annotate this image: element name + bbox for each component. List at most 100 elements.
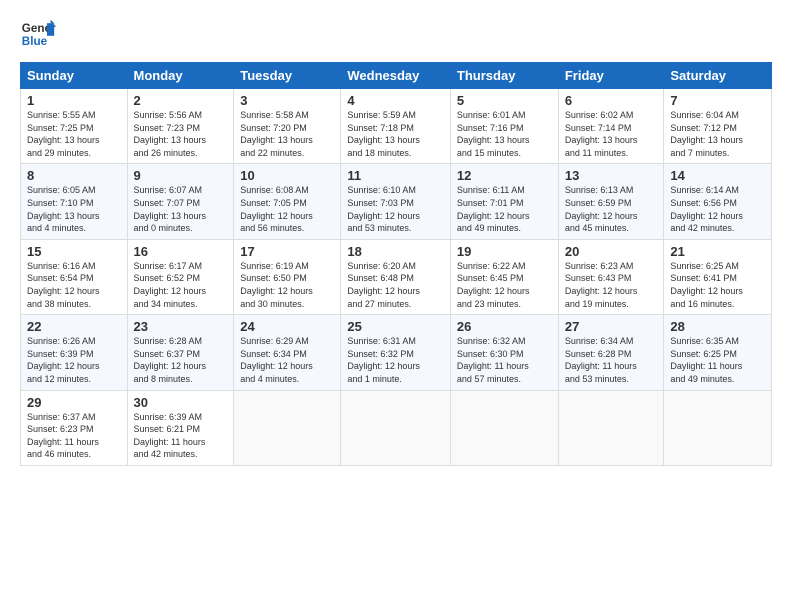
day-number: 24 [240,319,334,334]
weekday-header-saturday: Saturday [664,63,772,89]
day-number: 3 [240,93,334,108]
calendar-day-cell [450,390,558,465]
calendar-day-cell: 1Sunrise: 5:55 AMSunset: 7:25 PMDaylight… [21,89,128,164]
calendar-table: SundayMondayTuesdayWednesdayThursdayFrid… [20,62,772,466]
day-info: Sunrise: 6:02 AMSunset: 7:14 PMDaylight:… [565,109,658,159]
calendar-day-cell: 13Sunrise: 6:13 AMSunset: 6:59 PMDayligh… [558,164,664,239]
weekday-header-monday: Monday [127,63,234,89]
calendar-day-cell: 30Sunrise: 6:39 AMSunset: 6:21 PMDayligh… [127,390,234,465]
day-number: 4 [347,93,444,108]
day-info: Sunrise: 6:35 AMSunset: 6:25 PMDaylight:… [670,335,765,385]
day-number: 2 [134,93,228,108]
day-number: 20 [565,244,658,259]
calendar-day-cell: 14Sunrise: 6:14 AMSunset: 6:56 PMDayligh… [664,164,772,239]
calendar-day-cell: 2Sunrise: 5:56 AMSunset: 7:23 PMDaylight… [127,89,234,164]
calendar-day-cell: 24Sunrise: 6:29 AMSunset: 6:34 PMDayligh… [234,315,341,390]
calendar-day-cell: 25Sunrise: 6:31 AMSunset: 6:32 PMDayligh… [341,315,451,390]
weekday-header-sunday: Sunday [21,63,128,89]
calendar-day-cell: 18Sunrise: 6:20 AMSunset: 6:48 PMDayligh… [341,239,451,314]
day-info: Sunrise: 6:28 AMSunset: 6:37 PMDaylight:… [134,335,228,385]
day-number: 1 [27,93,121,108]
day-info: Sunrise: 6:16 AMSunset: 6:54 PMDaylight:… [27,260,121,310]
day-number: 23 [134,319,228,334]
day-info: Sunrise: 5:59 AMSunset: 7:18 PMDaylight:… [347,109,444,159]
day-info: Sunrise: 6:01 AMSunset: 7:16 PMDaylight:… [457,109,552,159]
day-number: 29 [27,395,121,410]
calendar-day-cell: 21Sunrise: 6:25 AMSunset: 6:41 PMDayligh… [664,239,772,314]
calendar-day-cell: 16Sunrise: 6:17 AMSunset: 6:52 PMDayligh… [127,239,234,314]
logo-icon: General Blue [20,16,56,52]
calendar-week-row: 22Sunrise: 6:26 AMSunset: 6:39 PMDayligh… [21,315,772,390]
day-info: Sunrise: 6:32 AMSunset: 6:30 PMDaylight:… [457,335,552,385]
day-number: 25 [347,319,444,334]
day-number: 26 [457,319,552,334]
day-info: Sunrise: 6:20 AMSunset: 6:48 PMDaylight:… [347,260,444,310]
calendar-day-cell: 17Sunrise: 6:19 AMSunset: 6:50 PMDayligh… [234,239,341,314]
calendar-day-cell: 4Sunrise: 5:59 AMSunset: 7:18 PMDaylight… [341,89,451,164]
day-info: Sunrise: 5:55 AMSunset: 7:25 PMDaylight:… [27,109,121,159]
day-number: 27 [565,319,658,334]
weekday-header-thursday: Thursday [450,63,558,89]
calendar-day-cell: 28Sunrise: 6:35 AMSunset: 6:25 PMDayligh… [664,315,772,390]
calendar-day-cell: 19Sunrise: 6:22 AMSunset: 6:45 PMDayligh… [450,239,558,314]
day-number: 7 [670,93,765,108]
day-number: 30 [134,395,228,410]
day-number: 16 [134,244,228,259]
calendar-week-row: 29Sunrise: 6:37 AMSunset: 6:23 PMDayligh… [21,390,772,465]
calendar-day-cell: 3Sunrise: 5:58 AMSunset: 7:20 PMDaylight… [234,89,341,164]
calendar-day-cell: 8Sunrise: 6:05 AMSunset: 7:10 PMDaylight… [21,164,128,239]
day-number: 21 [670,244,765,259]
day-info: Sunrise: 6:37 AMSunset: 6:23 PMDaylight:… [27,411,121,461]
day-number: 19 [457,244,552,259]
weekday-header-tuesday: Tuesday [234,63,341,89]
day-info: Sunrise: 6:34 AMSunset: 6:28 PMDaylight:… [565,335,658,385]
day-info: Sunrise: 6:08 AMSunset: 7:05 PMDaylight:… [240,184,334,234]
day-info: Sunrise: 6:19 AMSunset: 6:50 PMDaylight:… [240,260,334,310]
calendar-day-cell: 20Sunrise: 6:23 AMSunset: 6:43 PMDayligh… [558,239,664,314]
day-info: Sunrise: 6:11 AMSunset: 7:01 PMDaylight:… [457,184,552,234]
calendar-day-cell: 6Sunrise: 6:02 AMSunset: 7:14 PMDaylight… [558,89,664,164]
day-number: 14 [670,168,765,183]
calendar-day-cell: 12Sunrise: 6:11 AMSunset: 7:01 PMDayligh… [450,164,558,239]
day-number: 11 [347,168,444,183]
calendar-day-cell [558,390,664,465]
calendar-day-cell: 9Sunrise: 6:07 AMSunset: 7:07 PMDaylight… [127,164,234,239]
day-info: Sunrise: 6:05 AMSunset: 7:10 PMDaylight:… [27,184,121,234]
day-number: 15 [27,244,121,259]
day-number: 8 [27,168,121,183]
day-info: Sunrise: 6:13 AMSunset: 6:59 PMDaylight:… [565,184,658,234]
day-info: Sunrise: 6:04 AMSunset: 7:12 PMDaylight:… [670,109,765,159]
day-number: 5 [457,93,552,108]
day-info: Sunrise: 6:25 AMSunset: 6:41 PMDaylight:… [670,260,765,310]
day-info: Sunrise: 6:23 AMSunset: 6:43 PMDaylight:… [565,260,658,310]
calendar-day-cell [341,390,451,465]
day-info: Sunrise: 6:22 AMSunset: 6:45 PMDaylight:… [457,260,552,310]
weekday-header-friday: Friday [558,63,664,89]
calendar-day-cell: 26Sunrise: 6:32 AMSunset: 6:30 PMDayligh… [450,315,558,390]
logo: General Blue [20,16,60,52]
day-number: 22 [27,319,121,334]
day-info: Sunrise: 6:17 AMSunset: 6:52 PMDaylight:… [134,260,228,310]
weekday-header-row: SundayMondayTuesdayWednesdayThursdayFrid… [21,63,772,89]
svg-text:Blue: Blue [22,35,48,48]
calendar-day-cell: 11Sunrise: 6:10 AMSunset: 7:03 PMDayligh… [341,164,451,239]
day-number: 6 [565,93,658,108]
day-info: Sunrise: 6:10 AMSunset: 7:03 PMDaylight:… [347,184,444,234]
day-number: 9 [134,168,228,183]
day-info: Sunrise: 5:56 AMSunset: 7:23 PMDaylight:… [134,109,228,159]
day-info: Sunrise: 6:26 AMSunset: 6:39 PMDaylight:… [27,335,121,385]
calendar-day-cell: 7Sunrise: 6:04 AMSunset: 7:12 PMDaylight… [664,89,772,164]
calendar-day-cell: 22Sunrise: 6:26 AMSunset: 6:39 PMDayligh… [21,315,128,390]
calendar-week-row: 1Sunrise: 5:55 AMSunset: 7:25 PMDaylight… [21,89,772,164]
calendar-week-row: 15Sunrise: 6:16 AMSunset: 6:54 PMDayligh… [21,239,772,314]
day-info: Sunrise: 6:07 AMSunset: 7:07 PMDaylight:… [134,184,228,234]
day-info: Sunrise: 5:58 AMSunset: 7:20 PMDaylight:… [240,109,334,159]
day-info: Sunrise: 6:29 AMSunset: 6:34 PMDaylight:… [240,335,334,385]
day-number: 13 [565,168,658,183]
day-info: Sunrise: 6:31 AMSunset: 6:32 PMDaylight:… [347,335,444,385]
day-number: 17 [240,244,334,259]
calendar-day-cell: 23Sunrise: 6:28 AMSunset: 6:37 PMDayligh… [127,315,234,390]
calendar-day-cell [234,390,341,465]
calendar-day-cell: 5Sunrise: 6:01 AMSunset: 7:16 PMDaylight… [450,89,558,164]
day-number: 28 [670,319,765,334]
